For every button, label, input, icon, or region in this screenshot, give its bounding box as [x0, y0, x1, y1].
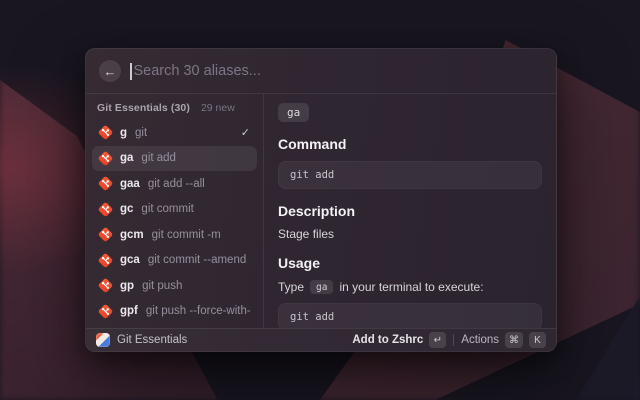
window-body: Git Essentials (30) 29 new g git ✓ — [86, 94, 556, 328]
status-bar-actions: Add to Zshrc ↵ Actions ⌘ K — [352, 332, 546, 348]
git-logo-icon — [99, 126, 112, 139]
command-key-icon: ⌘ — [505, 332, 523, 348]
back-arrow-icon: ← — [104, 65, 117, 78]
alias-command: git add — [141, 152, 176, 164]
description-heading: Description — [278, 203, 542, 219]
usage-suffix: in your terminal to execute: — [339, 280, 483, 294]
alias-name: gaa — [120, 178, 140, 190]
add-to-zshrc-button[interactable]: Add to Zshrc ↵ — [352, 332, 446, 348]
list-item[interactable]: gca git commit --amend — [92, 248, 257, 274]
list-item[interactable]: gp git push — [92, 273, 257, 299]
actions-label: Actions — [461, 334, 499, 346]
alias-command: git add --all — [148, 178, 205, 190]
alias-name: gcm — [120, 229, 144, 241]
usage-code-block: git add — [278, 303, 542, 328]
list-section-header: Git Essentials (30) 29 new — [86, 94, 263, 119]
list-item[interactable]: ga git add — [92, 146, 257, 172]
add-to-zshrc-label: Add to Zshrc — [352, 334, 423, 346]
usage-instruction: Type ga in your terminal to execute: — [278, 280, 542, 294]
alias-name: gc — [120, 203, 133, 215]
status-bar-divider — [453, 334, 454, 346]
list-item[interactable]: gpf git push --force-with-lease — [92, 299, 257, 325]
alias-list-panel: Git Essentials (30) 29 new g git ✓ — [86, 94, 263, 328]
git-logo-icon — [99, 254, 112, 267]
usage-inline-code: ga — [310, 280, 333, 294]
list-item[interactable]: g git ✓ — [92, 120, 257, 146]
usage-prefix: Type — [278, 280, 304, 294]
alias-name: gpf — [120, 305, 138, 317]
git-logo-icon — [99, 203, 112, 216]
git-logo-icon — [99, 152, 112, 165]
check-icon: ✓ — [241, 126, 250, 139]
status-bar: Git Essentials Add to Zshrc ↵ Actions ⌘ … — [86, 328, 556, 351]
git-logo-icon — [99, 279, 112, 292]
return-key-icon: ↵ — [429, 332, 446, 348]
extension-icon — [96, 333, 110, 347]
description-text: Stage files — [278, 227, 542, 241]
alias-name: g — [120, 127, 127, 139]
search-bar: ← — [86, 49, 556, 94]
alias-badge: ga — [278, 103, 309, 122]
alias-name: gca — [120, 254, 140, 266]
alias-command: git push --force-with-lease — [146, 305, 250, 317]
back-button[interactable]: ← — [99, 60, 121, 82]
desktop-wallpaper: ← Git Essentials (30) 29 new — [0, 0, 640, 400]
list-item[interactable]: gcm git commit -m — [92, 222, 257, 248]
alias-command: git — [135, 127, 147, 139]
list-item[interactable]: gc git commit — [92, 197, 257, 223]
git-logo-icon — [99, 305, 112, 318]
command-heading: Command — [278, 136, 542, 152]
extension-name: Git Essentials — [117, 334, 187, 346]
git-logo-icon — [99, 228, 112, 241]
alias-command: git push — [142, 280, 182, 292]
alias-command: git commit -m — [152, 229, 221, 241]
section-new-badge: 29 new — [201, 102, 235, 114]
launcher-window: ← Git Essentials (30) 29 new — [85, 48, 557, 352]
alias-command: git commit --amend — [148, 254, 246, 266]
k-key-icon: K — [529, 332, 546, 348]
alias-command: git commit — [141, 203, 193, 215]
text-caret — [130, 63, 132, 80]
command-code-block: git add — [278, 161, 542, 189]
search-input[interactable] — [134, 63, 544, 79]
list-item[interactable]: gaa git add --all — [92, 171, 257, 197]
alias-name: gp — [120, 280, 134, 292]
alias-name: ga — [120, 152, 133, 164]
alias-list[interactable]: g git ✓ ga git add — [86, 119, 263, 328]
actions-button[interactable]: Actions ⌘ K — [461, 332, 546, 348]
detail-panel: ga Command git add Description Stage fil… — [263, 94, 556, 328]
usage-heading: Usage — [278, 255, 542, 271]
section-title: Git Essentials (30) — [97, 102, 190, 114]
git-logo-icon — [99, 177, 112, 190]
